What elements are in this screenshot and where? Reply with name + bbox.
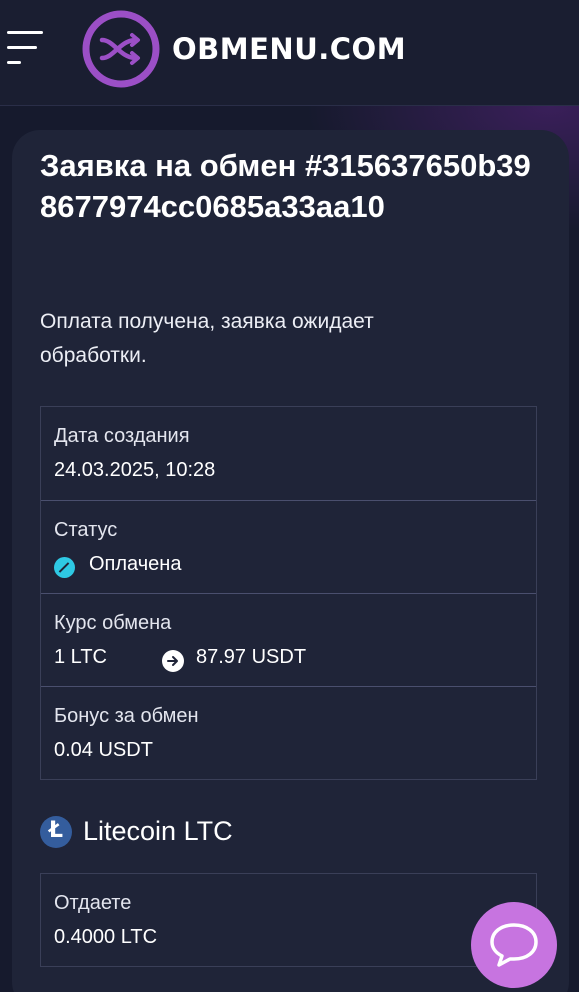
created-date-label: Дата создания (54, 425, 190, 447)
litecoin-icon: Ł (40, 816, 72, 848)
order-status-message: Оплата получена, заявка ожидает обработк… (40, 310, 374, 367)
rate-to-value: 87.97 USDT (196, 646, 307, 668)
give-coin-name: Litecoin LTC (83, 816, 233, 846)
page-title: Заявка на обмен #315637650b398677974cc06… (40, 148, 531, 224)
site-header: OBMENU.COM (0, 0, 579, 106)
order-details-table: Дата создания 24.03.2025, 10:28 Статус О… (40, 406, 537, 780)
exchange-arrows-logo-icon[interactable] (82, 10, 160, 88)
bonus-label: Бонус за обмен (54, 705, 199, 727)
bonus-value: 0.04 USDT (54, 739, 153, 761)
give-amount-box: Отдаете 0.4000 LTC (40, 873, 537, 967)
paid-status-icon (54, 557, 75, 578)
created-date-value: 24.03.2025, 10:28 (54, 459, 216, 481)
rate-from-value: 1 LTC (54, 646, 107, 668)
arrow-right-icon (162, 650, 184, 672)
logo-text[interactable]: OBMENU.COM (172, 32, 406, 66)
bonus-row: Бонус за обмен 0.04 USDT (41, 686, 536, 780)
chat-button[interactable] (471, 902, 557, 988)
chat-bubble-icon (490, 923, 538, 967)
exchange-rate-row: Курс обмена 1 LTC 87.97 USDT (41, 593, 536, 686)
status-row: Статус Оплачена (41, 500, 536, 593)
hamburger-menu-icon[interactable] (7, 31, 47, 65)
created-date-row: Дата создания 24.03.2025, 10:28 (41, 407, 536, 500)
status-value: Оплачена (89, 553, 182, 575)
litecoin-glyph: Ł (48, 818, 64, 843)
status-label: Статус (54, 519, 118, 541)
exchange-rate-label: Курс обмена (54, 612, 172, 634)
give-label: Отдаете (54, 892, 132, 914)
give-amount-value: 0.4000 LTC (54, 926, 158, 948)
